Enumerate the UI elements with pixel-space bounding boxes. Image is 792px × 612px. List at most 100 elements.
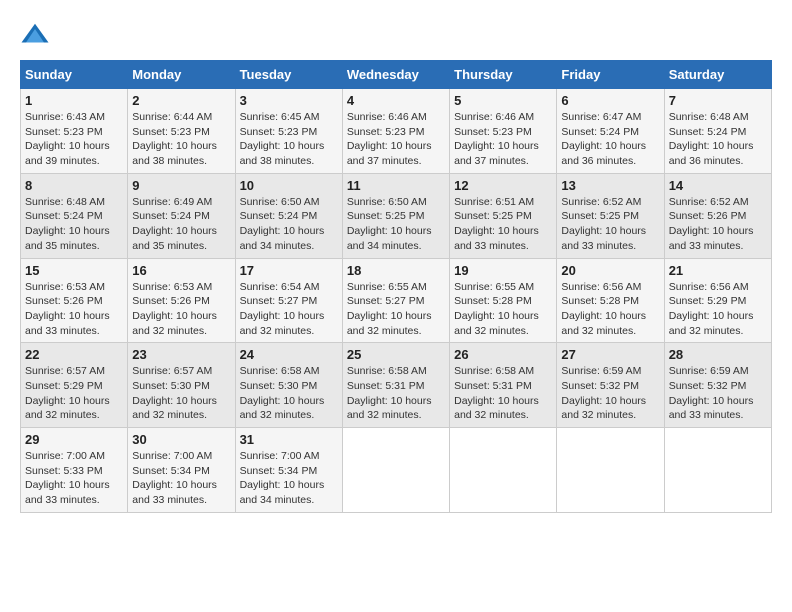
day-info: Sunrise: 6:58 AMSunset: 5:30 PMDaylight:… — [240, 365, 325, 421]
day-number: 30 — [132, 432, 230, 447]
calendar-cell: 15 Sunrise: 6:53 AMSunset: 5:26 PMDaylig… — [21, 258, 128, 343]
day-number: 17 — [240, 263, 338, 278]
calendar-table: SundayMondayTuesdayWednesdayThursdayFrid… — [20, 60, 772, 513]
day-number: 13 — [561, 178, 659, 193]
calendar-cell: 7 Sunrise: 6:48 AMSunset: 5:24 PMDayligh… — [664, 89, 771, 174]
day-info: Sunrise: 6:48 AMSunset: 5:24 PMDaylight:… — [669, 111, 754, 167]
day-info: Sunrise: 6:56 AMSunset: 5:29 PMDaylight:… — [669, 281, 754, 337]
day-number: 5 — [454, 93, 552, 108]
calendar-cell: 31 Sunrise: 7:00 AMSunset: 5:34 PMDaylig… — [235, 428, 342, 513]
calendar-cell: 9 Sunrise: 6:49 AMSunset: 5:24 PMDayligh… — [128, 173, 235, 258]
day-info: Sunrise: 7:00 AMSunset: 5:34 PMDaylight:… — [240, 450, 325, 506]
day-number: 11 — [347, 178, 445, 193]
day-number: 31 — [240, 432, 338, 447]
day-info: Sunrise: 6:59 AMSunset: 5:32 PMDaylight:… — [561, 365, 646, 421]
day-number: 24 — [240, 347, 338, 362]
day-number: 4 — [347, 93, 445, 108]
logo — [20, 20, 54, 50]
calendar-cell: 10 Sunrise: 6:50 AMSunset: 5:24 PMDaylig… — [235, 173, 342, 258]
day-number: 8 — [25, 178, 123, 193]
day-info: Sunrise: 6:46 AMSunset: 5:23 PMDaylight:… — [347, 111, 432, 167]
day-number: 27 — [561, 347, 659, 362]
calendar-cell: 2 Sunrise: 6:44 AMSunset: 5:23 PMDayligh… — [128, 89, 235, 174]
calendar-cell: 18 Sunrise: 6:55 AMSunset: 5:27 PMDaylig… — [342, 258, 449, 343]
day-number: 3 — [240, 93, 338, 108]
day-number: 1 — [25, 93, 123, 108]
header-saturday: Saturday — [664, 61, 771, 89]
day-info: Sunrise: 6:58 AMSunset: 5:31 PMDaylight:… — [347, 365, 432, 421]
day-number: 25 — [347, 347, 445, 362]
day-info: Sunrise: 6:43 AMSunset: 5:23 PMDaylight:… — [25, 111, 110, 167]
day-number: 29 — [25, 432, 123, 447]
header-row: SundayMondayTuesdayWednesdayThursdayFrid… — [21, 61, 772, 89]
day-number: 21 — [669, 263, 767, 278]
day-info: Sunrise: 6:46 AMSunset: 5:23 PMDaylight:… — [454, 111, 539, 167]
calendar-cell: 12 Sunrise: 6:51 AMSunset: 5:25 PMDaylig… — [450, 173, 557, 258]
header-monday: Monday — [128, 61, 235, 89]
day-info: Sunrise: 6:50 AMSunset: 5:25 PMDaylight:… — [347, 196, 432, 252]
day-number: 18 — [347, 263, 445, 278]
calendar-cell: 3 Sunrise: 6:45 AMSunset: 5:23 PMDayligh… — [235, 89, 342, 174]
day-info: Sunrise: 6:52 AMSunset: 5:25 PMDaylight:… — [561, 196, 646, 252]
week-row-1: 1 Sunrise: 6:43 AMSunset: 5:23 PMDayligh… — [21, 89, 772, 174]
day-number: 23 — [132, 347, 230, 362]
calendar-cell: 14 Sunrise: 6:52 AMSunset: 5:26 PMDaylig… — [664, 173, 771, 258]
day-number: 28 — [669, 347, 767, 362]
header-tuesday: Tuesday — [235, 61, 342, 89]
page-header — [20, 20, 772, 50]
calendar-cell: 30 Sunrise: 7:00 AMSunset: 5:34 PMDaylig… — [128, 428, 235, 513]
calendar-cell: 25 Sunrise: 6:58 AMSunset: 5:31 PMDaylig… — [342, 343, 449, 428]
day-number: 7 — [669, 93, 767, 108]
calendar-cell: 17 Sunrise: 6:54 AMSunset: 5:27 PMDaylig… — [235, 258, 342, 343]
calendar-cell: 20 Sunrise: 6:56 AMSunset: 5:28 PMDaylig… — [557, 258, 664, 343]
calendar-cell: 16 Sunrise: 6:53 AMSunset: 5:26 PMDaylig… — [128, 258, 235, 343]
calendar-cell: 1 Sunrise: 6:43 AMSunset: 5:23 PMDayligh… — [21, 89, 128, 174]
day-info: Sunrise: 7:00 AMSunset: 5:33 PMDaylight:… — [25, 450, 110, 506]
calendar-cell: 19 Sunrise: 6:55 AMSunset: 5:28 PMDaylig… — [450, 258, 557, 343]
day-info: Sunrise: 6:52 AMSunset: 5:26 PMDaylight:… — [669, 196, 754, 252]
day-number: 19 — [454, 263, 552, 278]
day-number: 2 — [132, 93, 230, 108]
calendar-cell: 26 Sunrise: 6:58 AMSunset: 5:31 PMDaylig… — [450, 343, 557, 428]
day-info: Sunrise: 6:47 AMSunset: 5:24 PMDaylight:… — [561, 111, 646, 167]
day-number: 16 — [132, 263, 230, 278]
day-info: Sunrise: 6:53 AMSunset: 5:26 PMDaylight:… — [25, 281, 110, 337]
calendar-cell: 22 Sunrise: 6:57 AMSunset: 5:29 PMDaylig… — [21, 343, 128, 428]
day-info: Sunrise: 6:57 AMSunset: 5:30 PMDaylight:… — [132, 365, 217, 421]
calendar-cell: 24 Sunrise: 6:58 AMSunset: 5:30 PMDaylig… — [235, 343, 342, 428]
day-info: Sunrise: 6:57 AMSunset: 5:29 PMDaylight:… — [25, 365, 110, 421]
day-info: Sunrise: 6:50 AMSunset: 5:24 PMDaylight:… — [240, 196, 325, 252]
day-info: Sunrise: 6:44 AMSunset: 5:23 PMDaylight:… — [132, 111, 217, 167]
day-info: Sunrise: 6:49 AMSunset: 5:24 PMDaylight:… — [132, 196, 217, 252]
calendar-cell: 28 Sunrise: 6:59 AMSunset: 5:32 PMDaylig… — [664, 343, 771, 428]
header-friday: Friday — [557, 61, 664, 89]
day-info: Sunrise: 6:53 AMSunset: 5:26 PMDaylight:… — [132, 281, 217, 337]
calendar-cell: 4 Sunrise: 6:46 AMSunset: 5:23 PMDayligh… — [342, 89, 449, 174]
day-info: Sunrise: 6:51 AMSunset: 5:25 PMDaylight:… — [454, 196, 539, 252]
day-number: 12 — [454, 178, 552, 193]
calendar-cell — [342, 428, 449, 513]
calendar-cell: 5 Sunrise: 6:46 AMSunset: 5:23 PMDayligh… — [450, 89, 557, 174]
week-row-2: 8 Sunrise: 6:48 AMSunset: 5:24 PMDayligh… — [21, 173, 772, 258]
day-info: Sunrise: 6:55 AMSunset: 5:27 PMDaylight:… — [347, 281, 432, 337]
day-number: 26 — [454, 347, 552, 362]
calendar-cell — [664, 428, 771, 513]
calendar-cell: 27 Sunrise: 6:59 AMSunset: 5:32 PMDaylig… — [557, 343, 664, 428]
calendar-cell: 6 Sunrise: 6:47 AMSunset: 5:24 PMDayligh… — [557, 89, 664, 174]
day-number: 22 — [25, 347, 123, 362]
day-number: 20 — [561, 263, 659, 278]
day-number: 15 — [25, 263, 123, 278]
calendar-cell — [557, 428, 664, 513]
day-info: Sunrise: 6:54 AMSunset: 5:27 PMDaylight:… — [240, 281, 325, 337]
logo-icon — [20, 20, 50, 50]
day-number: 9 — [132, 178, 230, 193]
calendar-cell: 8 Sunrise: 6:48 AMSunset: 5:24 PMDayligh… — [21, 173, 128, 258]
day-info: Sunrise: 6:59 AMSunset: 5:32 PMDaylight:… — [669, 365, 754, 421]
day-number: 10 — [240, 178, 338, 193]
calendar-cell: 11 Sunrise: 6:50 AMSunset: 5:25 PMDaylig… — [342, 173, 449, 258]
week-row-3: 15 Sunrise: 6:53 AMSunset: 5:26 PMDaylig… — [21, 258, 772, 343]
header-thursday: Thursday — [450, 61, 557, 89]
header-sunday: Sunday — [21, 61, 128, 89]
calendar-cell: 13 Sunrise: 6:52 AMSunset: 5:25 PMDaylig… — [557, 173, 664, 258]
day-info: Sunrise: 7:00 AMSunset: 5:34 PMDaylight:… — [132, 450, 217, 506]
